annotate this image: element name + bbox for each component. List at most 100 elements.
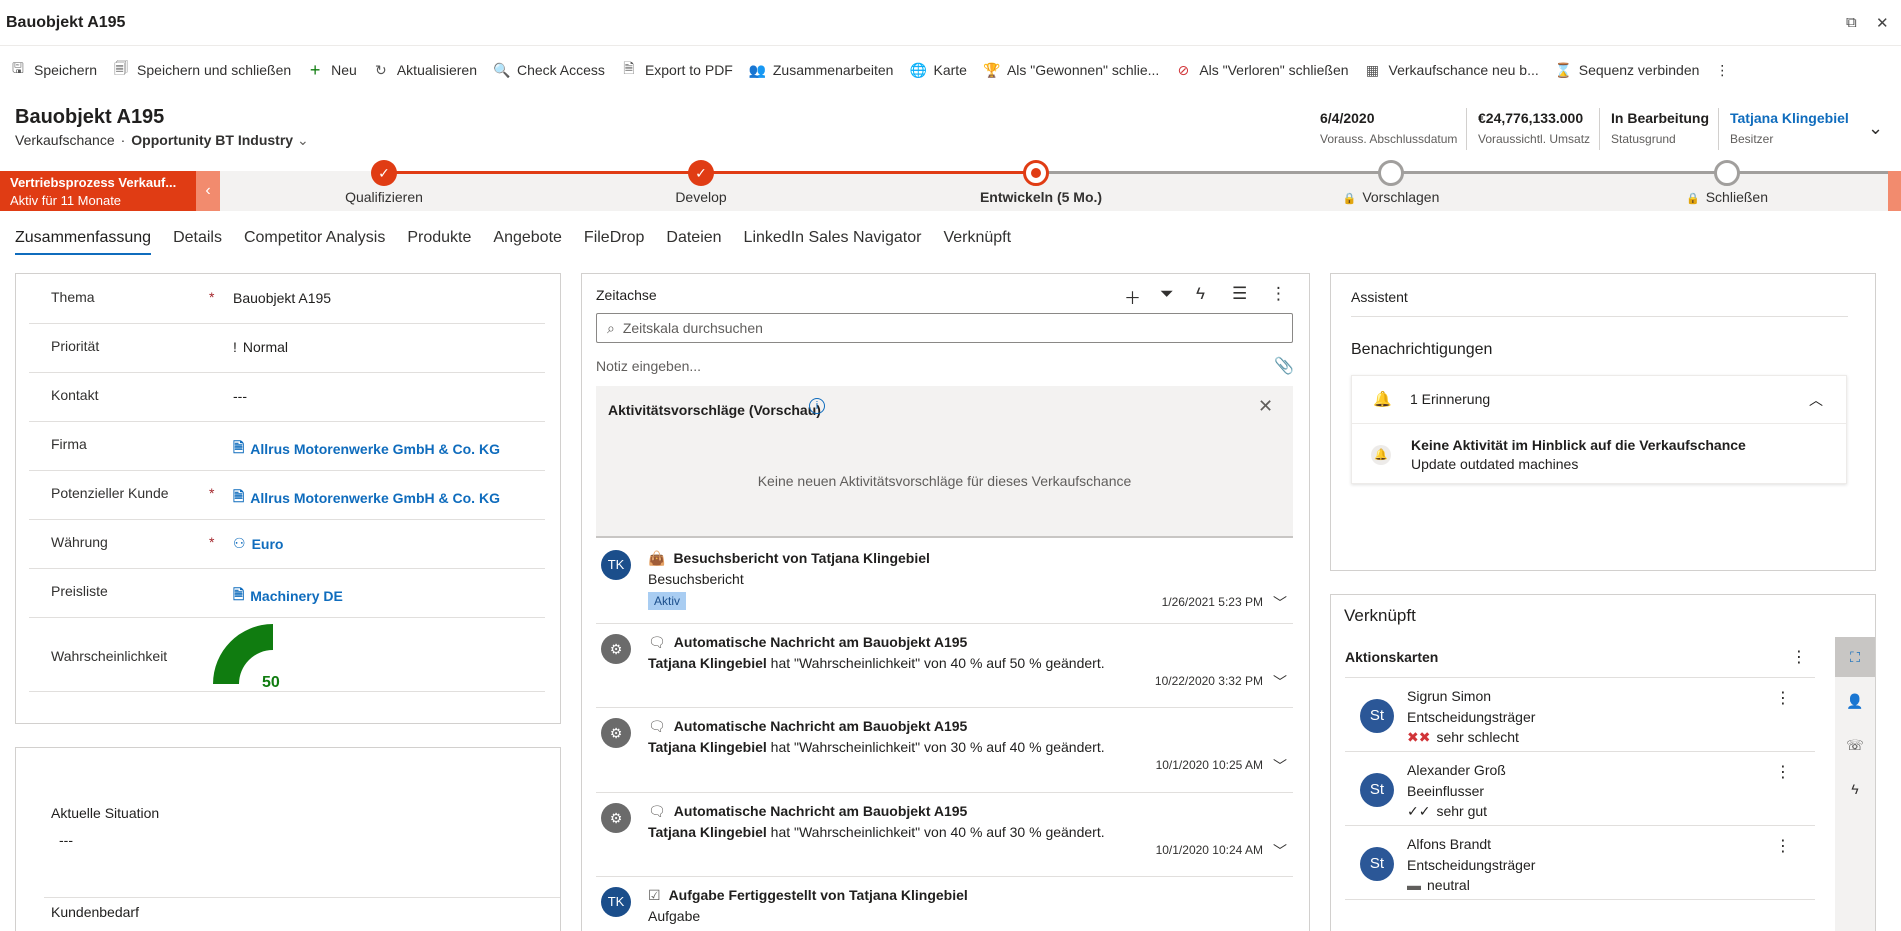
bpf-stage-label-0[interactable]: Qualifizieren: [345, 189, 423, 205]
tab-2[interactable]: Competitor Analysis: [244, 229, 385, 255]
tab-1[interactable]: Details: [173, 229, 222, 255]
bpf-stage-node-0[interactable]: ✓: [371, 160, 397, 186]
timeline-item-title[interactable]: 🗨 Automatische Nachricht am Bauobjekt A19…: [648, 634, 967, 651]
toolbar-button-7[interactable]: 🌐 Karte: [905, 52, 978, 88]
close-icon[interactable]: ✕: [1258, 396, 1273, 417]
timeline-item[interactable]: ⚙ 🗨 Automatische Nachricht am Bauobjekt A1…: [596, 624, 1293, 708]
more-icon[interactable]: ⋮: [1270, 284, 1287, 304]
timeline-item-title[interactable]: ☑ Aufgabe Fertiggestellt von Tatjana Klin…: [648, 887, 968, 904]
suggestions-title: Aktivitätsvorschläge (Vorschau): [608, 402, 821, 418]
timeline-item[interactable]: ⚙ 🗨 Automatische Nachricht am Bauobjekt A1…: [596, 708, 1293, 793]
chevron-down-icon[interactable]: ﹀: [1273, 672, 1287, 692]
field-value[interactable]: 🗎 Allrus Motorenwerke GmbH & Co. KG: [233, 437, 500, 461]
more-icon[interactable]: ⋮: [1775, 836, 1791, 856]
toolbar-button-6[interactable]: 👥 Zusammenarbeiten: [745, 52, 906, 88]
contact-name[interactable]: Alfons Brandt: [1407, 836, 1491, 852]
plus-icon[interactable]: ＋: [1124, 284, 1141, 309]
flash-icon[interactable]: ϟ: [1196, 284, 1205, 304]
tab-6[interactable]: Dateien: [666, 229, 721, 255]
field-value[interactable]: Bauobjekt A195: [233, 290, 331, 306]
bpf-stage-node-4[interactable]: [1714, 160, 1740, 186]
contact-card[interactable]: St Alfons Brandt Entscheidungsträger ▬ neutr…: [1345, 826, 1815, 900]
form-name[interactable]: Opportunity BT Industry: [131, 132, 293, 148]
timeline-item[interactable]: TK 👜 Besuchsbericht von Tatjana Klingebiel…: [596, 540, 1293, 624]
org-chart-icon[interactable]: ⛶: [1835, 637, 1875, 677]
toolbar-button-8[interactable]: 🏆 Als "Gewonnen" schlie...: [979, 52, 1171, 88]
bpf-process-flag[interactable]: Vertriebsprozess Verkauf... Aktiv für 11…: [0, 171, 196, 211]
tab-8[interactable]: Verknüpft: [943, 229, 1011, 255]
contact-name[interactable]: Alexander Groß: [1407, 762, 1506, 778]
toolbar-button-10[interactable]: ▦ Verkaufschance neu b...: [1361, 52, 1551, 88]
chevron-down-icon[interactable]: ﹀: [1273, 593, 1287, 613]
filter-icon[interactable]: ⏷: [1160, 284, 1174, 304]
timeline-item[interactable]: ⚙ 🗨 Automatische Nachricht am Bauobjekt A1…: [596, 793, 1293, 877]
flash-icon[interactable]: ϟ: [1835, 769, 1875, 809]
field-value[interactable]: ---: [233, 388, 247, 404]
close-icon[interactable]: ✕: [1876, 14, 1889, 32]
phone-icon[interactable]: ☏: [1835, 725, 1875, 765]
bpf-stage-label-4[interactable]: 🔒 Schließen: [1686, 189, 1768, 205]
bpf-prev-chevron-icon[interactable]: ‹: [196, 171, 220, 211]
toolbar-button-0[interactable]: 🖫 Speichern: [6, 52, 109, 88]
timeline-search-input[interactable]: ⌕ Zeitskala durchsuchen: [596, 313, 1293, 343]
timeline-item-title[interactable]: 🗨 Automatische Nachricht am Bauobjekt A19…: [648, 803, 967, 820]
field-value[interactable]: 🗎 Machinery DE: [233, 584, 343, 608]
bpf-stage-node-3[interactable]: [1378, 160, 1404, 186]
more-commands-icon[interactable]: ⋮: [1711, 52, 1741, 88]
field-value[interactable]: ! Normal: [233, 339, 288, 355]
timeline-item-user: Tatjana Klingebiel: [648, 824, 767, 840]
tab-4[interactable]: Angebote: [493, 229, 562, 255]
timeline-item-title[interactable]: 👜 Besuchsbericht von Tatjana Klingebiel: [648, 550, 930, 567]
chevron-down-icon[interactable]: ﹀: [1273, 841, 1287, 861]
toolbar-button-5[interactable]: 🗎 Export to PDF: [617, 52, 745, 88]
field-value[interactable]: ⚇ Euro: [233, 535, 283, 552]
toolbar-button-1[interactable]: 🗐 Speichern und schließen: [109, 52, 303, 88]
timeline-item[interactable]: TK ☑ Aufgabe Fertiggestellt von Tatjana Kl…: [596, 877, 1293, 931]
chevron-down-icon[interactable]: ﹀: [1273, 756, 1287, 776]
more-icon[interactable]: ⋮: [1775, 762, 1791, 782]
bell-icon: 🔔: [1373, 391, 1392, 408]
reminder-count[interactable]: 1 Erinnerung: [1410, 391, 1490, 407]
header-field-2: In Bearbeitung Statusgrund: [1611, 110, 1709, 146]
toolbar-button-2[interactable]: + Neu: [303, 52, 369, 88]
chevron-down-icon[interactable]: ⌄: [297, 132, 309, 148]
timeline-item-date: 1/26/2021 5:23 PM: [1161, 595, 1263, 609]
header-field-value[interactable]: Tatjana Klingebiel: [1730, 110, 1849, 126]
toolbar-button-4[interactable]: 🔍 Check Access: [489, 52, 617, 88]
form-selector[interactable]: Opportunity BT Industry ⌄: [131, 132, 308, 149]
more-icon[interactable]: ⋮: [1791, 647, 1807, 667]
chevron-up-icon[interactable]: ︿: [1809, 390, 1823, 410]
contact-card-icon[interactable]: 👤: [1835, 681, 1875, 721]
paperclip-icon[interactable]: 📎: [1274, 356, 1294, 376]
note-input[interactable]: Notiz eingeben...: [596, 358, 701, 374]
toolbar-button-11[interactable]: ⌛ Sequenz verbinden: [1551, 52, 1712, 88]
field-value[interactable]: 🗎 Allrus Motorenwerke GmbH & Co. KG: [233, 486, 500, 510]
contact-name[interactable]: Sigrun Simon: [1407, 688, 1491, 704]
toolbar-button-3[interactable]: ↻ Aktualisieren: [369, 52, 489, 88]
bpf-stage-node-1[interactable]: ✓: [688, 160, 714, 186]
header-expand-chevron-icon[interactable]: ⌄: [1868, 118, 1883, 139]
tab-3[interactable]: Produkte: [407, 229, 471, 255]
bpf-stage-label-1[interactable]: Develop: [675, 189, 726, 205]
timeline-item-title[interactable]: 🗨 Automatische Nachricht am Bauobjekt A19…: [648, 718, 967, 735]
contact-card[interactable]: St Alexander Groß Beeinflusser ✓✓ sehr gut ⋮: [1345, 752, 1815, 826]
sort-icon[interactable]: ☰: [1232, 284, 1247, 304]
tab-5[interactable]: FileDrop: [584, 229, 644, 255]
notification-title[interactable]: Keine Aktivität im Hinblick auf die Verk…: [1411, 437, 1746, 453]
bpf-stage-label-2[interactable]: Entwickeln (5 Mo.): [980, 189, 1102, 205]
bpf-stage-text: Vorschlagen: [1362, 189, 1440, 205]
info-icon[interactable]: i: [809, 398, 825, 414]
bpf-next-button[interactable]: [1888, 171, 1901, 211]
tab-7[interactable]: LinkedIn Sales Navigator: [744, 229, 922, 255]
situation-value[interactable]: ---: [59, 832, 73, 848]
toolbar-button-9[interactable]: ⊘ Als "Verloren" schließen: [1171, 52, 1360, 88]
bpf-process-name[interactable]: Vertriebsprozess Verkauf...: [10, 175, 186, 190]
restore-icon[interactable]: ⧉: [1846, 14, 1857, 31]
contact-card[interactable]: St Sigrun Simon Entscheidungsträger ✖✖ sehr …: [1345, 678, 1815, 752]
more-icon[interactable]: ⋮: [1775, 688, 1791, 708]
bpf-stage-label-3[interactable]: 🔒 Vorschlagen: [1343, 189, 1440, 205]
tab-0[interactable]: Zusammenfassung: [15, 229, 152, 255]
header-field-3[interactable]: Tatjana Klingebiel Besitzer: [1730, 110, 1849, 146]
field-row-probability: Wahrscheinlichkeit: [29, 628, 545, 692]
bpf-stage-node-2[interactable]: [1023, 160, 1049, 186]
